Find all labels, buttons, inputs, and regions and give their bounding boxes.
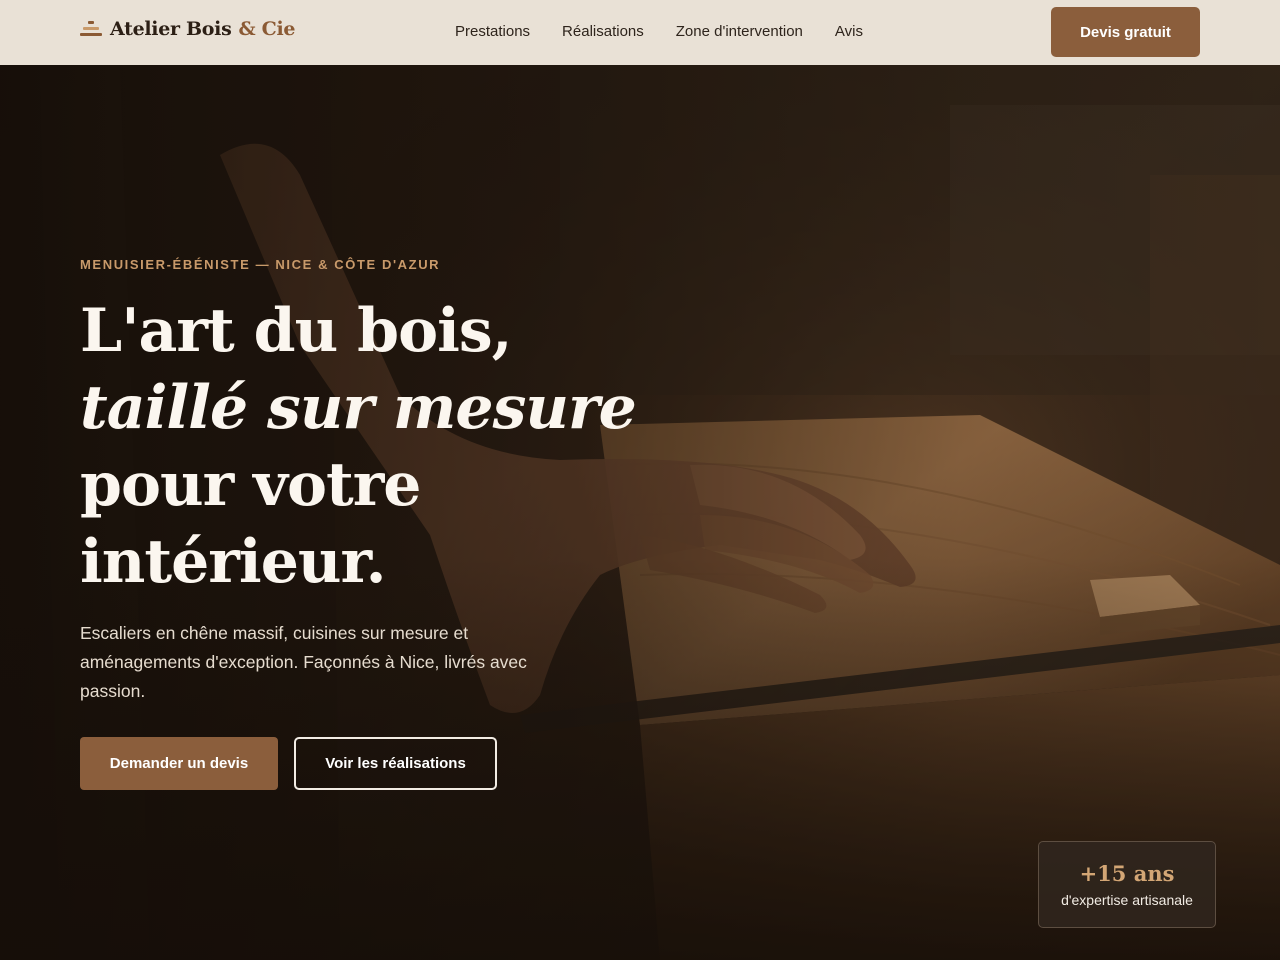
free-quote-button[interactable]: Devis gratuit xyxy=(1051,7,1200,57)
experience-label: d'expertise artisanale xyxy=(1061,892,1193,908)
hero-eyebrow: MENUISIER-ÉBÉNISTE — NICE & CÔTE D'AZUR xyxy=(80,257,441,272)
site-header: Atelier Bois & Cie Prestations Réalisati… xyxy=(0,0,1280,65)
main-nav: Prestations Réalisations Zone d'interven… xyxy=(455,23,863,40)
brand-name-accent: & Cie xyxy=(238,18,296,40)
experience-badge: +15 ans d'expertise artisanale xyxy=(1038,841,1216,928)
hero-lead-text: Escaliers en chêne massif, cuisines sur … xyxy=(80,623,527,701)
headline-line-2: taillé sur mesure xyxy=(80,373,637,443)
headline-line-4: intérieur. xyxy=(80,527,386,597)
hero-section: MENUISIER-ÉBÉNISTE — NICE & CÔTE D'AZUR … xyxy=(0,65,1280,960)
nav-link-prestations[interactable]: Prestations xyxy=(455,23,530,40)
request-quote-button[interactable]: Demander un devis xyxy=(80,737,278,790)
workbench-logo-icon xyxy=(80,21,102,36)
nav-link-realisations[interactable]: Réalisations xyxy=(562,23,644,40)
hero-headline: L'art du bois, taillé sur mesure pour vo… xyxy=(80,293,637,601)
nav-link-zone-intervention[interactable]: Zone d'intervention xyxy=(676,23,803,40)
headline-line-3: pour votre xyxy=(80,450,421,520)
view-projects-button[interactable]: Voir les réalisations xyxy=(294,737,497,790)
nav-link-avis[interactable]: Avis xyxy=(835,23,863,40)
headline-line-1: L'art du bois, xyxy=(80,296,513,366)
brand-logo-link[interactable]: Atelier Bois & Cie xyxy=(80,18,295,40)
experience-years: +15 ans xyxy=(1079,861,1175,886)
brand-name: Atelier Bois xyxy=(110,18,232,40)
